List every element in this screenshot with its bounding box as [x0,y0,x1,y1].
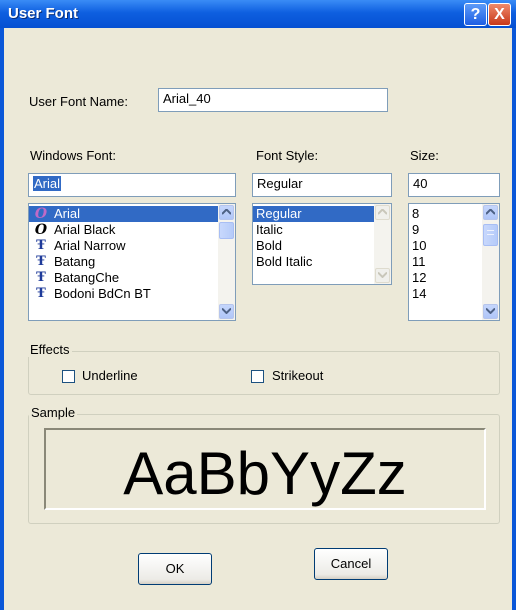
cancel-button[interactable]: Cancel [314,548,388,580]
ok-button[interactable]: OK [138,553,212,585]
underline-label: Underline [82,368,138,383]
sample-preview: AaBbYyZz [44,428,486,510]
size-label: Size: [410,148,439,163]
font-list-item-arial-black[interactable]: O Arial Black [29,222,235,238]
font-list-item-arial[interactable]: O Arial [29,206,235,222]
scroll-down-arrow[interactable] [219,304,234,319]
close-button[interactable]: X [488,3,511,26]
help-button[interactable]: ? [464,3,487,26]
font-list-item-batangche[interactable]: Ŧ BatangChe [29,270,235,286]
truetype-icon: Ŧ [36,254,46,269]
windows-font-input-value: Arial [33,176,62,191]
scroll-down-arrow [375,268,390,283]
underline-checkbox[interactable] [62,370,75,383]
chevron-down-icon [486,308,495,314]
font-list-item-label: Arial Black [54,222,116,237]
font-list-item-label: Arial [54,206,81,221]
font-style-scrollbar [374,204,391,284]
font-list-item-label: Batang [54,254,96,269]
size-scrollbar[interactable] [482,204,499,320]
windows-font-label: Windows Font: [30,148,116,163]
windows-font-list[interactable]: O Arial O Arial Black Ŧ Arial Narrow Ŧ Batan… [28,203,236,321]
font-style-list[interactable]: Regular Italic Bold Bold Italic [252,203,392,285]
dialog-body: User Font Name: Arial_40 Windows Font: F… [4,28,512,610]
font-style-input[interactable]: Regular [252,173,392,197]
windows-font-scrollbar[interactable] [218,204,235,320]
font-style-label: Font Style: [256,148,319,163]
scroll-down-arrow[interactable] [483,304,498,319]
title-bar[interactable]: User Font ? X [0,0,516,28]
user-font-dialog: User Font ? X User Font Name: Arial_40 W… [0,0,516,610]
opentype-icon: O [34,222,48,238]
thumb-grip [487,230,494,235]
size-list[interactable]: 8 9 10 11 12 14 [408,203,500,321]
truetype-icon: Ŧ [36,238,46,253]
scroll-up-arrow[interactable] [219,205,234,220]
truetype-icon: Ŧ [36,270,46,285]
chevron-down-icon [378,272,387,278]
windows-font-input[interactable]: Arial [28,173,236,197]
scroll-thumb[interactable] [219,222,234,239]
font-list-item-bodoni[interactable]: Ŧ Bodoni BdCn BT [29,286,235,302]
chevron-down-icon [222,308,231,314]
sample-preview-text: AaBbYyZz [123,439,407,507]
scroll-up-arrow [375,205,390,220]
chevron-up-icon [222,209,231,215]
user-font-name-input[interactable]: Arial_40 [158,88,388,112]
font-list-item-label: BatangChe [54,270,120,285]
sample-title: Sample [29,405,78,420]
font-list-item-batang[interactable]: Ŧ Batang [29,254,235,270]
user-font-name-label: User Font Name: [29,94,128,109]
chevron-up-icon [378,209,387,215]
font-list-item-arial-narrow[interactable]: Ŧ Arial Narrow [29,238,235,254]
opentype-icon: O [34,206,48,222]
font-list-item-label: Arial Narrow [54,238,126,253]
chevron-up-icon [486,209,495,215]
size-input[interactable]: 40 [408,173,500,197]
style-list-item-italic[interactable]: Italic [253,222,391,238]
effects-title: Effects [28,342,72,357]
style-list-item-bold-italic[interactable]: Bold Italic [253,254,391,270]
style-list-item-regular[interactable]: Regular [253,206,391,222]
scroll-up-arrow[interactable] [483,205,498,220]
truetype-icon: Ŧ [36,286,46,301]
font-list-item-label: Bodoni BdCn BT [54,286,151,301]
strikeout-checkbox[interactable] [251,370,264,383]
strikeout-label: Strikeout [272,368,324,383]
window-title: User Font [8,5,79,22]
style-list-item-bold[interactable]: Bold [253,238,391,254]
scroll-thumb[interactable] [483,224,498,246]
